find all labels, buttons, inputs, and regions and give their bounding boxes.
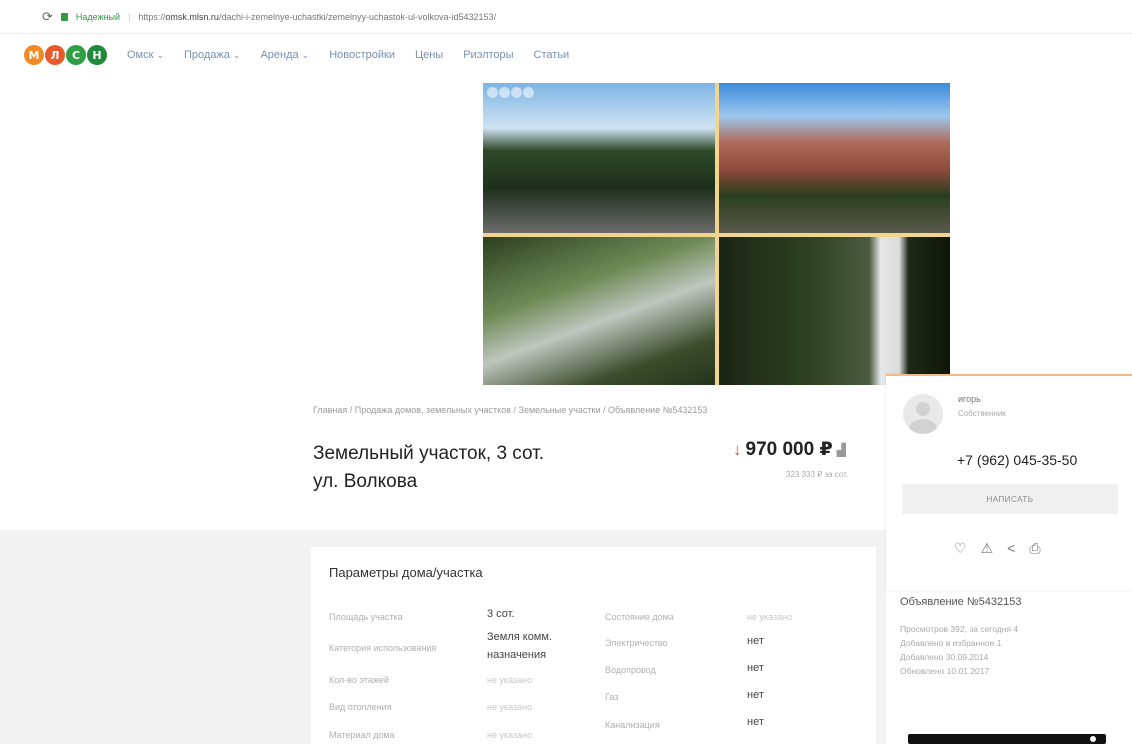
breadcrumb[interactable]: Главная / Продажа домов, земельных участ…: [313, 405, 707, 415]
nav-item-articles[interactable]: Статьи: [534, 49, 570, 61]
nav-item-sale[interactable]: Продажа ⌄: [184, 49, 240, 61]
watermark-logo: [487, 87, 534, 98]
param-value: не указано: [487, 675, 533, 685]
nav-label: Омск: [127, 49, 154, 61]
floating-action-button[interactable]: [908, 734, 1106, 744]
address-separator: |: [128, 11, 131, 22]
seller-card: игорь Собственник +7 (962) 045-35-50 НАП…: [886, 374, 1132, 591]
price-value: 970 000 ₽: [745, 439, 833, 460]
listing-title: Земельный участок, 3 сот. ул. Волкова: [313, 440, 544, 496]
param-value: нет: [747, 716, 764, 728]
price-down-icon: ↓: [733, 439, 742, 459]
param-label: Вид отопления: [329, 702, 392, 712]
nav-label: Цены: [414, 49, 444, 61]
nav-item-prices[interactable]: Цены: [415, 49, 443, 61]
nav-label: Статьи: [533, 49, 570, 61]
browser-address-bar: ⟳ Надежный | https://omsk.mlsn.ru/dachi-…: [0, 0, 1132, 34]
gallery-photo[interactable]: [483, 83, 715, 233]
param-label: Газ: [605, 692, 619, 702]
param-value: Земля комм. назначения: [487, 631, 552, 661]
nav-item-realtors[interactable]: Риэлторы: [463, 49, 513, 61]
heart-icon[interactable]: ♡: [954, 540, 967, 557]
lock-icon: [60, 12, 68, 21]
gallery-photo[interactable]: [483, 237, 715, 385]
param-value: не указано: [487, 730, 533, 740]
listing-price: ↓ 970 000 ₽ ▟: [733, 438, 846, 461]
gallery-photo[interactable]: [719, 83, 950, 233]
ad-number: Объявление №5432153: [900, 596, 1022, 608]
ad-added-date: Добавлено 30.09.2014: [900, 652, 989, 662]
param-label: Кол-во этажей: [329, 675, 389, 685]
ad-favorites: Добавлено в избранное 1: [900, 638, 1002, 648]
secure-label: Надежный: [75, 11, 121, 22]
seller-role: Собственник: [958, 409, 1006, 418]
reload-icon[interactable]: ⟳: [42, 9, 53, 25]
nav-label: Продажа: [183, 49, 230, 61]
param-value: 3 сот.: [487, 608, 515, 620]
warning-icon[interactable]: ⚠: [981, 540, 994, 557]
param-label: Материал дома: [329, 730, 395, 740]
share-icon[interactable]: <: [1007, 540, 1015, 557]
write-message-button[interactable]: НАПИСАТЬ: [902, 484, 1118, 514]
param-value: нет: [747, 662, 764, 674]
logo-letter: Л: [45, 45, 65, 65]
seller-name[interactable]: игорь: [958, 394, 981, 404]
nav-label: Риэлторы: [463, 49, 514, 61]
param-label: Площадь участка: [329, 612, 403, 622]
param-value: не указано: [747, 612, 793, 622]
gallery-photo[interactable]: [719, 237, 950, 385]
logo-letter: С: [66, 45, 86, 65]
nav-item-city[interactable]: Омск ⌄: [127, 49, 164, 61]
site-logo[interactable]: М Л С Н: [24, 45, 107, 65]
url-text[interactable]: https://omsk.mlsn.ru/dachi-i-zemelnye-uc…: [138, 12, 496, 22]
site-header: М Л С Н Омск ⌄ Продажа ⌄ Аренда ⌄ Новострой…: [0, 38, 1132, 72]
logo-letter: М: [24, 45, 44, 65]
param-label: Категория использования: [329, 643, 437, 653]
listing-address: ул. Волкова: [313, 471, 418, 492]
param-value: нет: [747, 689, 764, 701]
logo-letter: Н: [87, 45, 107, 65]
search-icon: [1090, 736, 1096, 742]
url-path: /dachi-i-zemelnye-uchastki/zemelnyy-ucha…: [218, 11, 497, 22]
nav-label: Новостройки: [329, 49, 395, 61]
nav-item-new-buildings[interactable]: Новостройки: [329, 49, 395, 61]
price-per-unit: 323 333 ₽ за сот.: [786, 470, 849, 479]
nav-item-rent[interactable]: Аренда ⌄: [260, 49, 309, 61]
param-label: Водопровод: [605, 665, 656, 675]
avatar: [903, 394, 943, 434]
photo-gallery: [483, 83, 950, 385]
ad-updated-date: Обновлено 10.01.2017: [900, 666, 990, 676]
chevron-down-icon: ⌄: [156, 49, 164, 60]
price-chart-icon[interactable]: ▟: [837, 443, 846, 457]
ad-views: Просмотров 392, за сегодня 4: [900, 624, 1019, 634]
params-card: Параметры дома/участка Площадь участка 3…: [311, 547, 876, 744]
chevron-down-icon: ⌄: [301, 49, 310, 60]
print-icon[interactable]: ⎙: [1029, 540, 1040, 557]
param-label: Электричество: [605, 638, 668, 648]
listing-title-line: Земельный участок, 3 сот.: [313, 443, 545, 464]
param-label: Канализация: [605, 720, 660, 730]
url-host: omsk.mlsn.ru: [165, 11, 219, 22]
param-value: нет: [747, 635, 764, 647]
param-value: не указано: [487, 702, 533, 712]
params-heading: Параметры дома/участка: [329, 565, 483, 580]
listing-actions: ♡ ⚠ < ⎙: [954, 540, 1041, 557]
seller-phone[interactable]: +7 (962) 045-35-50: [957, 452, 1077, 468]
url-prefix: https://: [138, 11, 166, 22]
ad-info: Объявление №5432153 Просмотров 392, за с…: [900, 596, 1120, 678]
main-nav: Омск ⌄ Продажа ⌄ Аренда ⌄ Новостройки Цены …: [127, 49, 569, 61]
param-label: Состояние дома: [605, 612, 674, 622]
nav-label: Аренда: [260, 49, 299, 61]
chevron-down-icon: ⌄: [232, 49, 241, 60]
